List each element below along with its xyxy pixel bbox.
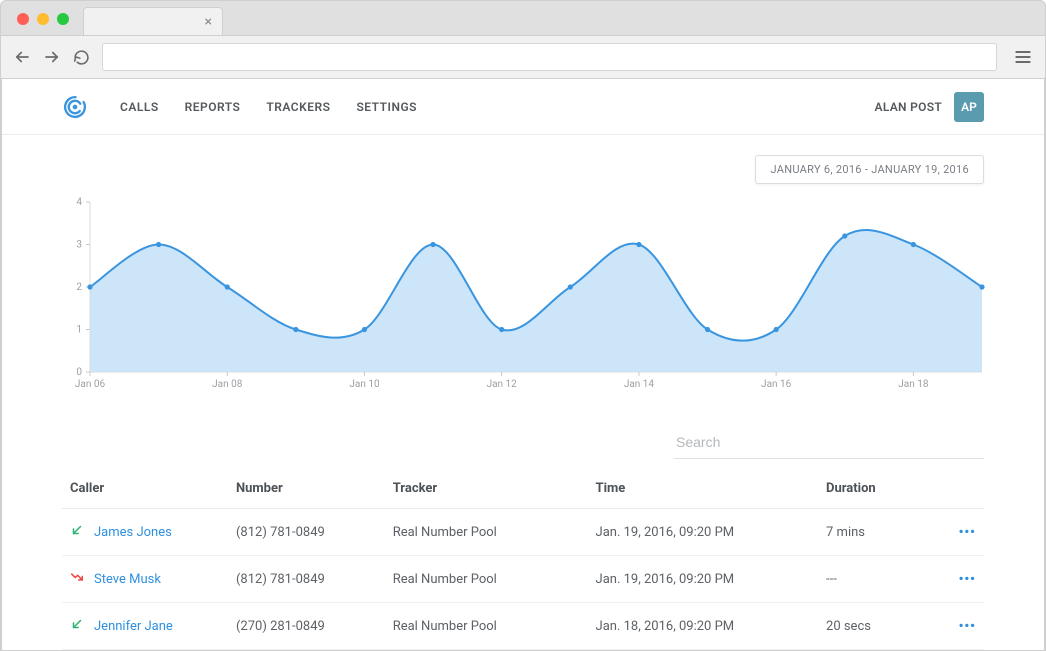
browser-tab[interactable]: ×	[83, 7, 223, 35]
table-header-row: Caller Number Tracker Time Duration	[62, 469, 984, 509]
window-controls	[17, 13, 69, 25]
forward-button[interactable]	[43, 48, 61, 66]
caller-link[interactable]: James Jones	[94, 525, 172, 540]
search-input[interactable]	[674, 426, 984, 459]
svg-text:4: 4	[76, 197, 82, 208]
table-row: Steve Musk (812) 781-0849Real Number Pool…	[62, 556, 984, 603]
col-tracker: Tracker	[385, 469, 588, 509]
cell-tracker: Real Number Pool	[385, 603, 588, 650]
col-time: Time	[588, 469, 819, 509]
cell-tracker: Real Number Pool	[385, 509, 588, 556]
nav-reports[interactable]: REPORTS	[185, 100, 241, 114]
col-duration: Duration	[818, 469, 929, 509]
close-window-icon[interactable]	[17, 13, 29, 25]
col-number: Number	[228, 469, 385, 509]
calls-table: Caller Number Tracker Time Duration Jame…	[62, 469, 984, 650]
row-actions-icon[interactable]: •••	[959, 619, 976, 634]
table-controls	[62, 426, 984, 459]
user-area: ALAN POST AP	[875, 92, 984, 122]
cell-duration: 20 secs	[818, 603, 929, 650]
svg-text:Jan 18: Jan 18	[898, 379, 929, 390]
cell-duration: 7 mins	[818, 509, 929, 556]
maximize-window-icon[interactable]	[57, 13, 69, 25]
close-tab-icon[interactable]: ×	[205, 14, 212, 30]
browser-chrome: × CALLS REPORTS TRACKERS SETTINGS	[0, 0, 1046, 651]
content: JANUARY 6, 2016 - JANUARY 19, 2016 0 1 2 3 4…	[2, 135, 1044, 650]
svg-text:Jan 12: Jan 12	[487, 379, 518, 390]
svg-text:Jan 06: Jan 06	[75, 379, 106, 390]
page: CALLS REPORTS TRACKERS SETTINGS ALAN POST A…	[1, 79, 1045, 650]
svg-text:Jan 16: Jan 16	[761, 379, 792, 390]
call-direction-icon	[70, 523, 84, 541]
nav-trackers[interactable]: TRACKERS	[266, 100, 330, 114]
reload-button[interactable]	[73, 49, 90, 66]
back-button[interactable]	[13, 48, 31, 66]
svg-text:Jan 14: Jan 14	[624, 379, 655, 390]
cell-duration: ---	[818, 556, 929, 603]
call-direction-icon	[70, 570, 84, 588]
svg-text:1: 1	[76, 325, 82, 336]
nav-settings[interactable]: SETTINGS	[356, 100, 417, 114]
svg-text:Jan 10: Jan 10	[349, 379, 380, 390]
date-range-picker[interactable]: JANUARY 6, 2016 - JANUARY 19, 2016	[755, 155, 984, 184]
col-caller: Caller	[62, 469, 228, 509]
svg-text:3: 3	[76, 240, 82, 251]
app-logo-icon[interactable]	[62, 94, 88, 120]
table-row: Jennifer Jane (270) 281-0849Real Number P…	[62, 603, 984, 650]
cell-time: Jan. 19, 2016, 09:20 PM	[588, 509, 819, 556]
caller-link[interactable]: Steve Musk	[94, 572, 161, 587]
col-actions	[929, 469, 984, 509]
minimize-window-icon[interactable]	[37, 13, 49, 25]
call-direction-icon	[70, 617, 84, 635]
browser-toolbar	[1, 35, 1045, 79]
avatar[interactable]: AP	[954, 92, 984, 122]
cell-time: Jan. 18, 2016, 09:20 PM	[588, 603, 819, 650]
menu-icon[interactable]	[1013, 47, 1033, 67]
nav-calls[interactable]: CALLS	[120, 100, 159, 114]
date-picker-row: JANUARY 6, 2016 - JANUARY 19, 2016	[62, 155, 984, 184]
svg-text:0: 0	[76, 367, 82, 378]
tab-strip: ×	[1, 1, 1045, 35]
app-header: CALLS REPORTS TRACKERS SETTINGS ALAN POST A…	[2, 79, 1044, 135]
svg-text:2: 2	[76, 282, 82, 293]
cell-number: (812) 781-0849	[228, 556, 385, 603]
primary-nav: CALLS REPORTS TRACKERS SETTINGS	[120, 100, 443, 114]
address-bar[interactable]	[102, 43, 997, 71]
cell-tracker: Real Number Pool	[385, 556, 588, 603]
cell-number: (270) 281-0849	[228, 603, 385, 650]
row-actions-icon[interactable]: •••	[959, 572, 976, 587]
calls-chart: 0 1 2 3 4 Jan 06 Jan 08 Jan 10 Jan 12 Jan 14 Jan 1…	[62, 196, 984, 396]
cell-number: (812) 781-0849	[228, 509, 385, 556]
row-actions-icon[interactable]: •••	[959, 525, 976, 540]
cell-time: Jan. 19, 2016, 09:20 PM	[588, 556, 819, 603]
svg-text:Jan 08: Jan 08	[212, 379, 243, 390]
caller-link[interactable]: Jennifer Jane	[94, 619, 173, 634]
user-name: ALAN POST	[875, 100, 942, 114]
table-row: James Jones (812) 781-0849Real Number Poo…	[62, 509, 984, 556]
